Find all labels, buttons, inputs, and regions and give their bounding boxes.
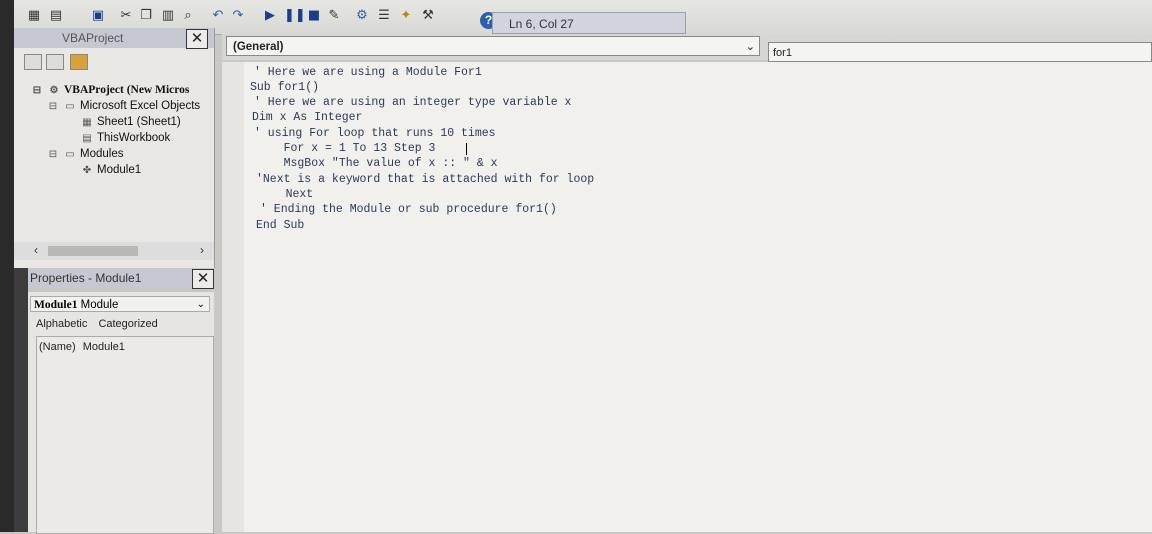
code-line[interactable]: For x = 1 To 13 Step 3: [256, 142, 436, 155]
tree-item-thisworkbook[interactable]: ▤ ThisWorkbook: [80, 130, 170, 146]
code-margin-indicator-bar[interactable]: [222, 62, 245, 532]
break-icon[interactable]: ❚❚: [284, 8, 306, 24]
project-explorer-title-text: VBAProject: [62, 31, 124, 45]
tree-item-sheet1[interactable]: ▦ Sheet1 (Sheet1): [80, 114, 181, 130]
properties-pane: Module1 Module ⌄ Alphabetic Categorized …: [28, 292, 214, 534]
workbook-icon: ▤: [82, 133, 92, 144]
excel-view-icon[interactable]: ▦: [26, 8, 42, 24]
code-line[interactable]: MsgBox "The value of x :: " & x: [256, 157, 498, 170]
procedure-dropdown-value: for1: [773, 47, 792, 59]
code-line[interactable]: Sub for1(): [250, 81, 319, 94]
text-cursor: [466, 143, 467, 155]
tree-item-label: Modules: [80, 148, 124, 160]
cursor-position-status: Ln 6, Col 27: [492, 12, 686, 34]
insert-icon[interactable]: ▤: [48, 8, 64, 24]
find-icon[interactable]: ⌕: [180, 8, 196, 24]
object-dropdown[interactable]: (General) ⌄: [226, 36, 760, 56]
properties-grid: (Name) Module1: [36, 336, 214, 534]
chevron-down-icon[interactable]: ⌄: [746, 37, 755, 57]
property-key: (Name): [39, 341, 76, 353]
scroll-right-icon[interactable]: ›: [200, 243, 204, 257]
project-explorer-scrollbar[interactable]: ‹ ›: [14, 242, 214, 260]
tree-item-vbaproject[interactable]: ⊟ ⚙ VBAProject (New Micros: [30, 82, 190, 99]
object-selector-type: Module: [80, 299, 119, 311]
property-value[interactable]: Module1: [83, 341, 125, 353]
close-project-explorer-icon[interactable]: ✕: [186, 29, 208, 49]
property-row-name[interactable]: (Name) Module1: [39, 341, 125, 353]
tree-item-label: VBAProject (New Micros: [64, 84, 190, 96]
sheet-icon: ▦: [82, 117, 92, 128]
view-code-icon[interactable]: [24, 54, 42, 70]
toolbar-separator: [442, 8, 458, 24]
properties-title-text: Properties - Module1: [30, 271, 142, 285]
properties-title: Properties - Module1: [28, 268, 214, 288]
code-editor[interactable]: ' Here we are using a Module For1 Sub fo…: [244, 62, 1152, 532]
code-line[interactable]: 'Next is a keyword that is attached with…: [256, 173, 594, 186]
procedure-dropdown[interactable]: for1: [768, 42, 1152, 62]
code-line[interactable]: End Sub: [256, 219, 304, 232]
monitor-bezel: [0, 0, 14, 532]
undo-icon[interactable]: ↶: [210, 8, 226, 24]
code-line[interactable]: ' Here we are using an integer type vari…: [254, 96, 571, 109]
object-dropdown-value: (General): [233, 41, 284, 53]
tree-item-label: Module1: [97, 164, 142, 176]
copy-icon[interactable]: ❐: [138, 8, 154, 24]
tree-item-excel-objects[interactable]: ⊟ ▭ Microsoft Excel Objects: [46, 98, 200, 114]
toggle-folders-icon[interactable]: [70, 54, 88, 70]
run-icon[interactable]: ▶: [262, 8, 278, 24]
project-icon: ⚙: [49, 85, 59, 96]
view-object-icon[interactable]: [46, 54, 64, 70]
code-line[interactable]: ' Here we are using a Module For1: [254, 66, 482, 79]
design-mode-icon[interactable]: ✎: [326, 8, 342, 24]
code-line[interactable]: Next: [258, 188, 314, 201]
tree-item-module1[interactable]: ✤ Module1: [80, 162, 141, 178]
module-icon: ✤: [82, 165, 92, 176]
code-line[interactable]: Dim x As Integer: [252, 111, 362, 124]
save-icon[interactable]: ▣: [90, 8, 106, 24]
project-explorer-icon[interactable]: ⚙: [354, 8, 370, 24]
collapse-icon[interactable]: ⊟: [46, 99, 60, 115]
properties-window-icon[interactable]: ☰: [376, 8, 392, 24]
code-line[interactable]: ' Ending the Module or sub procedure for…: [260, 203, 557, 216]
tab-alphabetic[interactable]: Alphabetic: [36, 318, 87, 330]
object-selector-name: Module1: [34, 299, 78, 311]
redo-icon[interactable]: ↷: [230, 8, 246, 24]
chevron-down-icon[interactable]: ⌄: [197, 297, 205, 313]
code-window-header: (General) ⌄ for1: [222, 34, 1152, 62]
paste-icon[interactable]: ▥: [160, 8, 176, 24]
scrollbar-thumb[interactable]: [48, 246, 138, 256]
code-line[interactable]: ' using For loop that runs 10 times: [254, 127, 496, 140]
cut-icon[interactable]: ✂: [118, 8, 134, 24]
project-explorer-title: VBAProject: [14, 28, 214, 48]
close-properties-icon[interactable]: ✕: [192, 269, 214, 289]
folder-icon: ▭: [65, 149, 75, 160]
object-selector[interactable]: Module1 Module ⌄: [30, 296, 210, 312]
tree-item-label: ThisWorkbook: [97, 132, 171, 144]
toolbox-icon[interactable]: ⚒: [420, 8, 436, 24]
tree-item-label: Sheet1 (Sheet1): [97, 116, 181, 128]
collapse-icon[interactable]: ⊟: [30, 83, 44, 99]
project-explorer-pane: VBAProject ✕ ⊟ ⚙ VBAProject (New Micros ⊟ ▭…: [14, 28, 215, 268]
object-browser-icon[interactable]: ✦: [398, 8, 414, 24]
tab-categorized[interactable]: Categorized: [98, 318, 157, 330]
reset-icon[interactable]: ■: [306, 8, 322, 24]
tree-item-label: Microsoft Excel Objects: [80, 100, 201, 112]
folder-icon: ▭: [65, 101, 75, 112]
scroll-left-icon[interactable]: ‹: [34, 243, 38, 257]
window-gutter: [14, 268, 28, 532]
properties-tabs: Alphabetic Categorized: [36, 318, 166, 330]
tree-item-modules[interactable]: ⊟ ▭ Modules: [46, 146, 124, 163]
collapse-icon[interactable]: ⊟: [46, 147, 60, 163]
